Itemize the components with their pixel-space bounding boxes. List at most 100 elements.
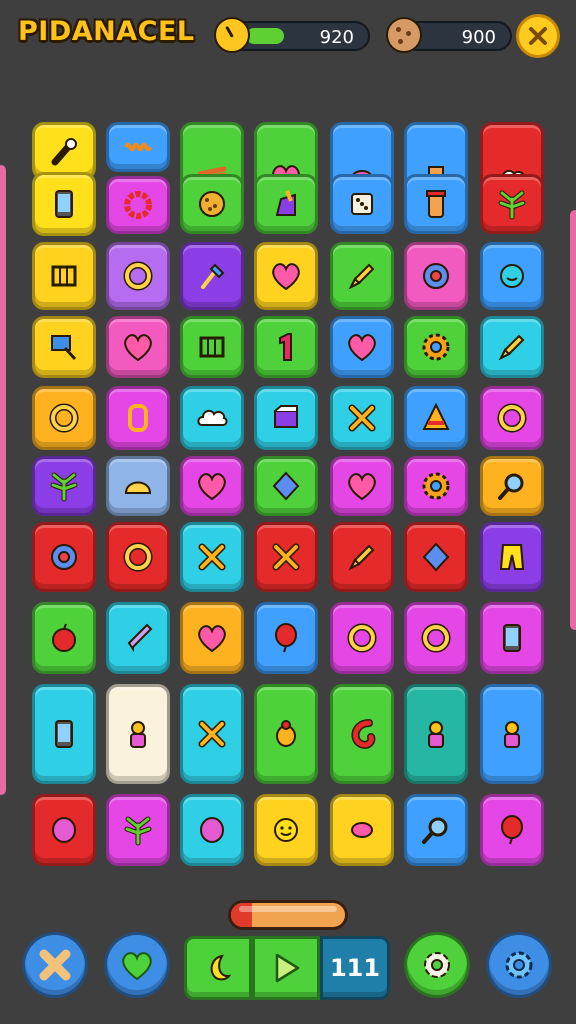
options-button[interactable] xyxy=(486,932,552,998)
board-tile[interactable] xyxy=(404,522,468,592)
board-tile[interactable] xyxy=(330,522,394,592)
board-tile[interactable] xyxy=(480,386,544,450)
board-tile[interactable] xyxy=(180,386,244,450)
cookie-icon xyxy=(386,17,422,53)
wrench-icon xyxy=(51,138,77,166)
board-tile[interactable] xyxy=(254,602,318,674)
board-tile[interactable] xyxy=(32,684,96,784)
board-tile[interactable] xyxy=(106,684,170,784)
board-tile[interactable] xyxy=(254,456,318,516)
board-tile[interactable] xyxy=(106,122,170,172)
donut-icon xyxy=(51,544,77,570)
board-tile[interactable] xyxy=(180,794,244,866)
board-tile[interactable] xyxy=(106,794,170,866)
cage-icon xyxy=(199,336,225,358)
board-tile[interactable] xyxy=(404,794,468,866)
board-tile[interactable] xyxy=(480,174,544,234)
board-tile[interactable] xyxy=(32,456,96,516)
board-tile[interactable] xyxy=(330,456,394,516)
close-icon xyxy=(529,27,547,45)
board-tile[interactable] xyxy=(480,522,544,592)
settings-button[interactable] xyxy=(404,932,470,998)
board-tile[interactable] xyxy=(404,602,468,674)
clip-icon xyxy=(128,404,148,432)
board-tile[interactable] xyxy=(106,176,170,234)
board-tile[interactable] xyxy=(106,602,170,674)
board-tile[interactable] xyxy=(254,174,318,234)
board-tile[interactable] xyxy=(480,316,544,378)
board-tile[interactable] xyxy=(330,242,394,310)
magnifier-icon xyxy=(498,473,524,500)
board-tile[interactable] xyxy=(404,386,468,450)
close-button[interactable] xyxy=(516,14,560,58)
board-tile[interactable] xyxy=(106,242,170,310)
board-tile[interactable] xyxy=(180,242,244,310)
heart-icon xyxy=(348,473,376,501)
board-tile[interactable] xyxy=(254,794,318,866)
ring-icon xyxy=(123,261,153,291)
board-tile[interactable] xyxy=(404,456,468,516)
board-tile[interactable] xyxy=(330,602,394,674)
board-tile[interactable] xyxy=(254,522,318,592)
spring-icon xyxy=(124,142,152,152)
board-tile[interactable] xyxy=(330,794,394,866)
board-tile[interactable] xyxy=(480,602,544,674)
board-tile[interactable] xyxy=(32,602,96,674)
palm-icon xyxy=(124,816,152,846)
board-tile[interactable] xyxy=(180,316,244,378)
flower-ring-icon xyxy=(124,191,152,219)
doll-icon xyxy=(130,721,146,748)
level-counter-button[interactable]: 111 xyxy=(320,936,390,1000)
board-tile[interactable] xyxy=(106,456,170,516)
board-tile[interactable] xyxy=(480,684,544,784)
board-tile[interactable] xyxy=(180,602,244,674)
board-tile[interactable] xyxy=(404,684,468,784)
board-tile[interactable] xyxy=(404,316,468,378)
board-tile[interactable] xyxy=(32,794,96,866)
board-tile[interactable] xyxy=(32,316,96,378)
board-tile[interactable] xyxy=(330,386,394,450)
left-edge-bar xyxy=(0,165,6,795)
sign-icon xyxy=(51,335,77,361)
board-tile[interactable] xyxy=(106,386,170,450)
balloon-icon xyxy=(501,815,523,845)
board-tile[interactable] xyxy=(404,242,468,310)
board-tile[interactable] xyxy=(32,172,96,236)
board-tile[interactable] xyxy=(32,242,96,310)
board-tile[interactable] xyxy=(404,174,468,234)
board-tile[interactable] xyxy=(480,242,544,310)
moon-button[interactable] xyxy=(184,936,252,1000)
board-tile[interactable] xyxy=(32,386,96,450)
play-button[interactable] xyxy=(252,936,320,1000)
board-tile[interactable] xyxy=(254,684,318,784)
board-tile[interactable] xyxy=(32,522,96,592)
dice-icon xyxy=(351,193,373,215)
board-tile[interactable] xyxy=(330,316,394,378)
board-tile[interactable] xyxy=(106,522,170,592)
leaf-icon xyxy=(498,190,526,220)
board-tile[interactable] xyxy=(254,242,318,310)
shuffle-button[interactable] xyxy=(22,932,88,998)
brush-icon xyxy=(201,263,225,289)
sun-face-icon xyxy=(274,818,298,842)
board-tile[interactable] xyxy=(254,386,318,450)
crayon-icon xyxy=(498,334,525,361)
board-tile[interactable] xyxy=(180,456,244,516)
box-icon xyxy=(274,405,298,428)
feather-icon xyxy=(50,472,78,502)
board-tile[interactable] xyxy=(180,684,244,784)
board-tile[interactable] xyxy=(254,316,318,378)
bird-icon xyxy=(428,721,444,748)
board-tile[interactable] xyxy=(330,684,394,784)
board-tile[interactable] xyxy=(330,174,394,234)
board-tile[interactable] xyxy=(180,174,244,234)
board-tile[interactable] xyxy=(480,456,544,516)
stopwatch-icon xyxy=(214,17,250,53)
favorite-button[interactable] xyxy=(104,932,170,998)
crossed-tools-icon xyxy=(272,543,300,571)
ring-icon xyxy=(49,403,79,433)
board-tile[interactable] xyxy=(480,794,544,866)
board-tile[interactable] xyxy=(106,316,170,378)
board-tile[interactable] xyxy=(180,522,244,592)
number-one-icon xyxy=(279,333,292,361)
